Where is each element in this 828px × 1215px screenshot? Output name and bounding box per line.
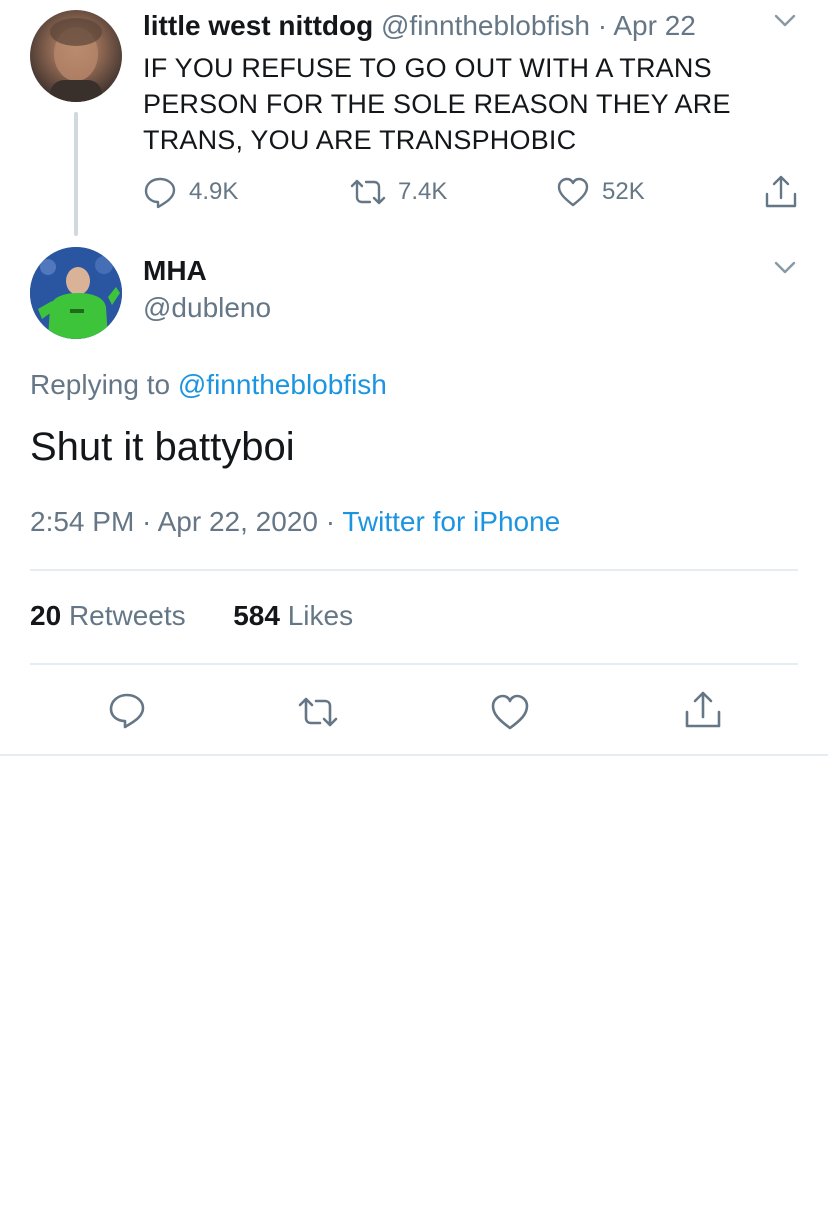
thread-connector <box>74 112 78 236</box>
share-button[interactable] <box>683 690 723 735</box>
reply-icon <box>144 177 176 209</box>
bottom-divider <box>0 754 828 756</box>
retweet-icon <box>350 179 386 205</box>
reply-button[interactable] <box>107 690 147 735</box>
retweets-stat[interactable]: 20 Retweets <box>30 600 186 631</box>
replying-prefix: Replying to <box>30 369 178 400</box>
parent-tweet-header: little west nittdog @finntheblobfish · A… <box>143 10 696 42</box>
parent-separator: · <box>590 10 614 41</box>
tweet-date: Apr 22, 2020 <box>157 506 318 537</box>
tweet-meta: 2:54 PM · Apr 22, 2020 · Twitter for iPh… <box>30 506 560 538</box>
share-icon <box>765 175 797 208</box>
likes-stat[interactable]: 584 Likes <box>233 600 353 631</box>
reply-handle[interactable]: @dubleno <box>143 292 271 324</box>
engagement-stats: 20 Retweets 584 Likes <box>30 600 353 632</box>
parent-like-button[interactable]: 52K <box>556 172 645 212</box>
parent-like-count: 52K <box>602 178 645 205</box>
replying-to-link[interactable]: @finntheblobfish <box>178 369 387 400</box>
parent-handle[interactable]: @finntheblobfish <box>381 10 590 41</box>
divider <box>30 663 798 665</box>
parent-reply-count: 4.9K <box>189 178 239 205</box>
parent-tweet-text: IF YOU REFUSE TO GO OUT WITH A TRANS PER… <box>143 53 731 155</box>
reply-display-name[interactable]: MHA <box>143 255 207 287</box>
retweet-button[interactable] <box>298 692 338 737</box>
share-icon <box>685 691 721 728</box>
like-icon <box>557 177 589 207</box>
parent-date[interactable]: Apr 22 <box>613 10 696 41</box>
parent-reply-button[interactable]: 4.9K <box>143 172 238 212</box>
tweet-source-link[interactable]: Twitter for iPhone <box>342 506 560 537</box>
reply-icon <box>109 693 145 729</box>
divider <box>30 569 798 571</box>
likes-label: Likes <box>287 600 354 631</box>
retweets-count: 20 <box>30 600 62 631</box>
reply-tweet-text: Shut it battyboi <box>30 425 295 469</box>
tweet-time: 2:54 PM <box>30 506 135 537</box>
like-button[interactable] <box>490 692 530 737</box>
avatar-parent[interactable] <box>30 10 122 102</box>
parent-share-button[interactable] <box>764 172 810 212</box>
like-icon <box>491 694 529 730</box>
parent-more-button[interactable] <box>774 14 796 33</box>
avatar-reply[interactable] <box>30 247 122 339</box>
meta-separator: · <box>134 506 158 537</box>
chevron-down-icon <box>774 261 796 274</box>
parent-retweet-button[interactable]: 7.4K <box>350 172 447 212</box>
parent-display-name[interactable]: little west nittdog <box>143 10 373 41</box>
replying-to-line: Replying to @finntheblobfish <box>30 369 387 401</box>
reply-more-button[interactable] <box>774 261 796 280</box>
likes-count: 584 <box>233 600 280 631</box>
chevron-down-icon <box>774 14 796 27</box>
meta-separator: · <box>317 506 343 537</box>
retweet-icon <box>298 697 338 727</box>
retweets-label: Retweets <box>68 600 186 631</box>
parent-retweet-count: 7.4K <box>398 178 448 205</box>
